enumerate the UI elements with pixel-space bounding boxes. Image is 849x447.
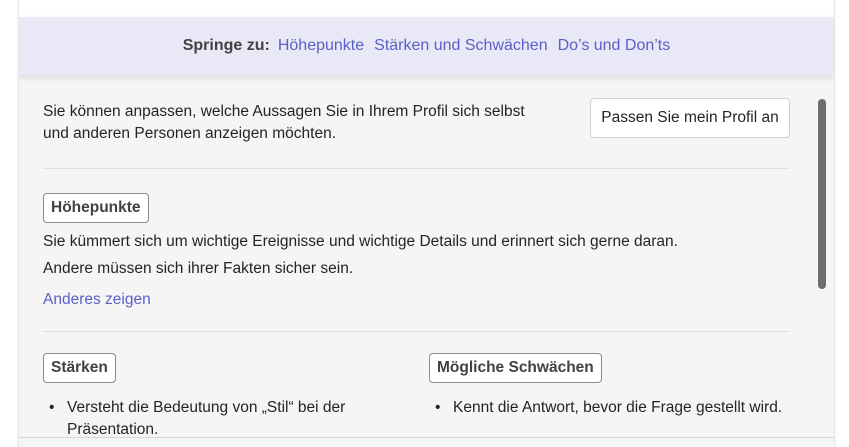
bullet-dot: •	[435, 399, 441, 416]
adjust-profile-button[interactable]: Passen Sie mein Profil an	[590, 98, 790, 138]
strengths-tag: Stärken	[43, 353, 116, 383]
intro-row: Sie können anpassen, welche Aussagen Sie…	[43, 88, 790, 158]
section-divider	[43, 168, 790, 169]
weaknesses-tag: Mögliche Schwächen	[429, 353, 602, 383]
card-bottom-edge	[19, 437, 834, 438]
jump-link-strengths-weaknesses[interactable]: Stärken und Schwächen	[374, 37, 547, 55]
jump-link-dos-donts[interactable]: Do’s und Don’ts	[558, 37, 671, 55]
card-top-strip	[19, 0, 834, 17]
intro-section: Sie können anpassen, welche Aussagen Sie…	[43, 88, 790, 158]
section-divider	[43, 331, 790, 332]
page: Springe zu: Höhepunkte Stärken und Schwä…	[0, 0, 849, 447]
weakness-item: • Kennt die Antwort, bevor die Frage ges…	[435, 397, 795, 419]
scrollbar-thumb[interactable]	[818, 99, 826, 289]
jump-link-highlights[interactable]: Höhepunkte	[278, 37, 364, 55]
show-more-link[interactable]: Anderes zeigen	[43, 291, 151, 309]
profile-card: Springe zu: Höhepunkte Stärken und Schwä…	[18, 0, 835, 447]
strength-item-text: Versteht die Bedeutung von „Stil“ bei de…	[67, 399, 346, 438]
jump-to-label: Springe zu:	[182, 37, 270, 54]
strength-item: • Versteht die Bedeutung von „Stil“ bei …	[49, 397, 399, 441]
bullet-dot: •	[49, 399, 55, 416]
weakness-item-text: Kennt die Antwort, bevor die Frage geste…	[453, 399, 783, 416]
highlights-text-line2: Andere müssen sich ihrer Fakten sicher s…	[43, 260, 354, 277]
intro-text: Sie können anpassen, welche Aussagen Sie…	[43, 103, 525, 142]
highlights-text-line1: Sie kümmert sich um wichtige Ereignisse …	[43, 233, 678, 250]
jump-to-bar: Springe zu: Höhepunkte Stärken und Schwä…	[19, 17, 834, 75]
highlights-tag: Höhepunkte	[43, 193, 149, 223]
